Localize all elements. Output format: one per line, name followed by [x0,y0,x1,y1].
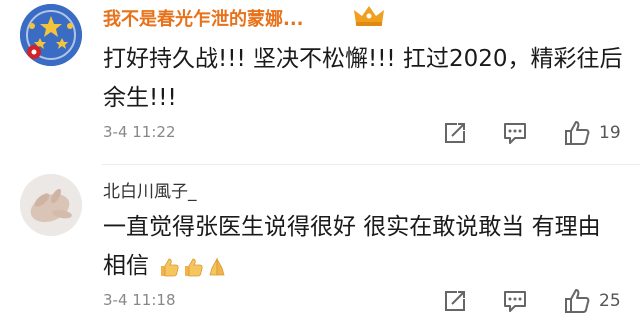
comment-time: 3-4 11:18 [103,291,176,309]
thumbs-up-icon [161,258,179,276]
crown-badge-icon [354,6,384,26]
share-icon [445,123,465,143]
comment-icon [504,123,526,144]
reply-button[interactable] [498,284,532,318]
username[interactable]: 北白川風子_ [103,177,197,202]
hand-photo-avatar-icon [20,174,82,236]
like-count: 19 [599,123,621,143]
comment-item: 北白川風子_ 一直觉得张医生说得很好 很实在敢说敢当 有理由相信 3-4 11:… [0,164,640,331]
user-avatar[interactable] [20,174,82,236]
username[interactable]: 我不是春光乍泄的蒙娜... [103,5,304,31]
flag-avatar-icon [20,4,82,66]
comment-text: 一直觉得张医生说得很好 很实在敢说敢当 有理由相信 [103,208,623,286]
thumbs-up-icon [565,289,590,313]
comment-item: 我不是春光乍泄的蒙娜... 打好持久战!!! 坚决不松懈!!! 扛过2020，精… [0,0,640,164]
user-avatar[interactable] [20,4,82,66]
comment-text: 打好持久战!!! 坚决不松懈!!! 扛过2020，精彩往后余生!!! [103,46,623,111]
like-button[interactable] [560,284,594,318]
thumbs-up-icon [565,121,590,145]
like-count: 25 [599,291,621,311]
thumbs-up-icon [185,258,203,276]
comment-icon [504,291,526,312]
comment-time: 3-4 11:22 [103,123,176,141]
emoji-group [158,256,228,278]
comment-meta: 3-4 11:22 19 [0,114,640,154]
share-button[interactable] [438,284,472,318]
like-button[interactable] [560,116,594,150]
share-button[interactable] [438,116,472,150]
comment-meta: 3-4 11:18 25 [0,282,640,322]
share-icon [445,291,465,311]
pray-hands-icon [209,256,225,275]
reply-button[interactable] [498,116,532,150]
